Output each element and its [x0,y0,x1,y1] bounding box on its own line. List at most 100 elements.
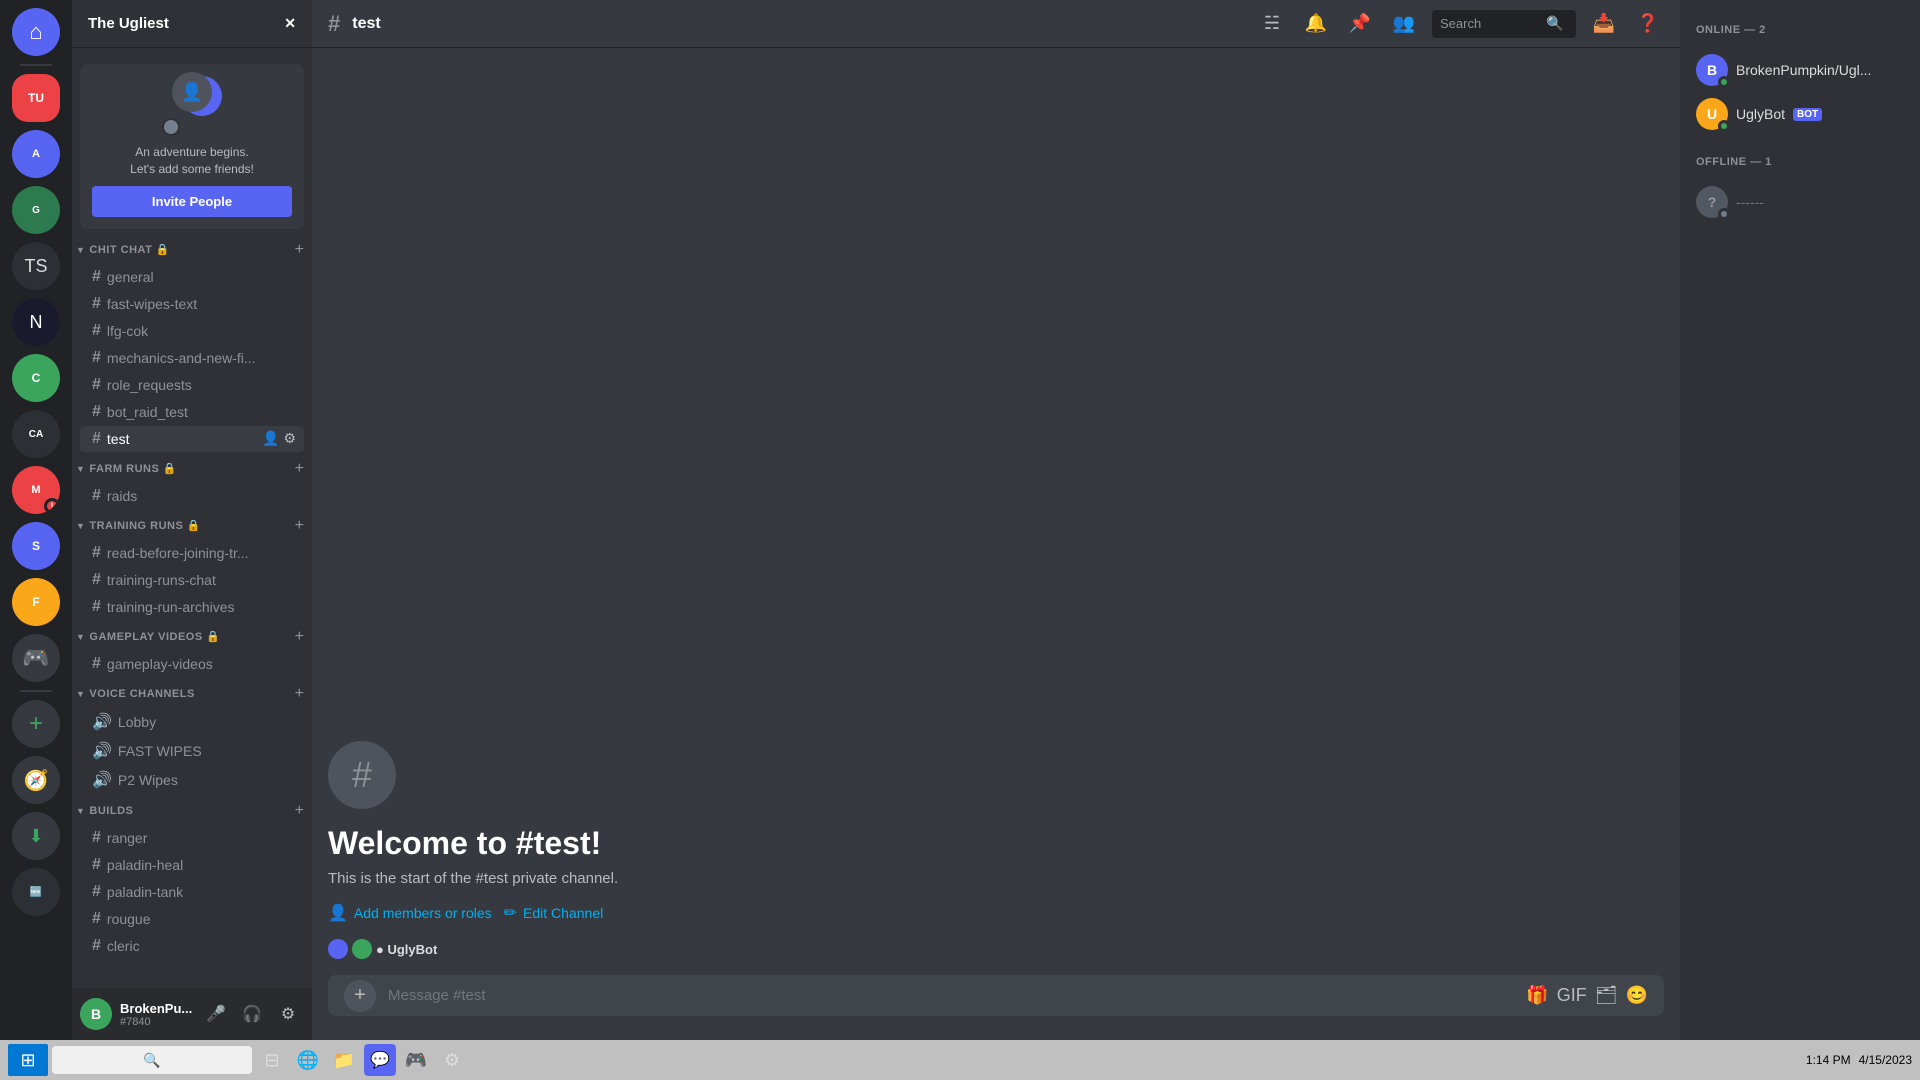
download-apps-button[interactable]: ⬇ [12,812,60,860]
member-name-wrapper-offline: ------ [1736,194,1764,210]
taskbar-app1[interactable]: ⚙ [436,1044,468,1076]
channel-training-run-archives[interactable]: # training-run-archives [80,594,304,620]
channel-members-icon[interactable]: 👤 [262,430,279,447]
category-farm-runs-header[interactable]: ▼ FARM RUNS 🔒 + [72,456,312,482]
taskbar-right: 1:14 PM 4/15/2023 [1806,1053,1912,1067]
voice-channel-lobby[interactable]: 🔊 Lobby [80,708,304,736]
category-training-runs-header[interactable]: ▼ TRAINING RUNS 🔒 + [72,513,312,539]
channel-lfg-cok[interactable]: # lfg-cok [80,318,304,344]
gif-icon[interactable]: GIF [1557,985,1587,1006]
voice-channel-p2-wipes[interactable]: 🔊 P2 Wipes [80,766,304,794]
channel-bot-raid-test[interactable]: # bot_raid_test [80,399,304,425]
server-icon-8[interactable]: M ! [12,466,60,514]
channel-read-before[interactable]: # read-before-joining-tr... [80,540,304,566]
channel-general[interactable]: # general [80,264,304,290]
category-builds-add[interactable]: + [295,802,304,820]
category-voice-channels-header[interactable]: ▼ VOICE CHANNELS + [72,681,312,707]
settings-button[interactable]: ⚙ [272,998,304,1030]
taskbar-folder[interactable]: 📁 [328,1044,360,1076]
server-icon-2[interactable]: A [12,130,60,178]
channel-training-runs-chat[interactable]: # training-runs-chat [80,567,304,593]
message-add-button[interactable]: + [344,980,376,1012]
channel-settings-icon[interactable]: ⚙ [283,430,296,447]
server-icon-new[interactable]: 🆕 [12,868,60,916]
message-input[interactable] [388,975,1514,1016]
server-icon-11[interactable]: 🎮 [12,634,60,682]
member-name-offline: ------ [1736,194,1764,210]
channel-test[interactable]: # test 👤 ⚙ [80,426,304,452]
category-gameplay-videos-header[interactable]: ▼ GAMEPLAY VIDEOS 🔒 + [72,624,312,650]
channel-raids[interactable]: # raids [80,483,304,509]
category-chit-chat-add[interactable]: + [295,241,304,259]
category-training-runs: ▼ TRAINING RUNS 🔒 + # read-before-joinin… [72,513,312,620]
channel-gameplay-videos[interactable]: # gameplay-videos [80,651,304,677]
channel-mechanics[interactable]: # mechanics-and-new-fi... [80,345,304,371]
add-server-button[interactable]: + [12,700,60,748]
server-icon-3[interactable]: G [12,186,60,234]
channel-rougue[interactable]: # rougue [80,906,304,932]
message-input-wrapper: + 🎁 GIF 🗂 😊 [328,975,1664,1016]
member-item-uglybot[interactable]: U UglyBot BOT [1688,92,1912,136]
category-gameplay-videos-add[interactable]: + [295,628,304,646]
member-item-brokenpumpkin[interactable]: B BrokenPumpkin/Ugl... [1688,48,1912,92]
channel-paladin-heal[interactable]: # paladin-heal [80,852,304,878]
invite-people-button[interactable]: Invite People [92,186,292,217]
voice-channel-fast-wipes[interactable]: 🔊 FAST WIPES [80,737,304,765]
task-view-button[interactable]: ⊟ [256,1044,288,1076]
channel-role-requests[interactable]: # role_requests [80,372,304,398]
member-list-icon[interactable]: 👥 [1392,12,1416,36]
category-builds-header[interactable]: ▼ BUILDS + [72,798,312,824]
taskbar-edge[interactable]: 🌐 [292,1044,324,1076]
search-input[interactable] [1440,16,1540,31]
gift-icon[interactable]: 🎁 [1526,985,1548,1006]
server-icon-the-ugliest[interactable]: TU [12,74,60,122]
category-training-runs-add[interactable]: + [295,517,304,535]
channel-cleric[interactable]: # cleric [80,933,304,959]
members-preview-text: ● UglyBot [376,942,437,957]
edit-channel-action[interactable]: ✏ Edit Channel [504,903,604,923]
server-icon-4[interactable]: TS [12,242,60,290]
emoji-icon[interactable]: 😊 [1626,985,1648,1006]
start-button[interactable]: ⊞ [8,1044,48,1076]
notification-prefs-icon[interactable]: 🔔 [1304,12,1328,36]
notif-badge: ! [44,498,60,514]
voice-channel-fast-wipes-label: FAST WIPES [118,743,202,759]
channel-paladin-tank[interactable]: # paladin-tank [80,879,304,905]
add-members-action[interactable]: 👤 Add members or roles [328,903,492,923]
channel-ranger[interactable]: # ranger [80,825,304,851]
server-icon-9[interactable]: S [12,522,60,570]
server-icon-5[interactable]: N [12,298,60,346]
explore-servers-button[interactable]: 🧭 [12,756,60,804]
category-training-runs-label: ▼ TRAINING RUNS 🔒 [76,519,201,532]
help-icon[interactable]: ❓ [1636,12,1660,36]
sticker-icon[interactable]: 🗂 [1595,985,1618,1006]
pinned-messages-icon[interactable]: 📌 [1348,12,1372,36]
search-taskbar[interactable]: 🔍 [52,1046,252,1074]
mute-button[interactable]: 🎤 [200,998,232,1030]
taskbar-xbox[interactable]: 🎮 [400,1044,432,1076]
welcome-section: # Welcome to #test! This is the start of… [328,725,1664,975]
taskbar-time: 1:14 PM [1806,1053,1851,1067]
member-avatar-brokenpumpkin: B [1696,54,1728,86]
avatar-dot [162,118,180,136]
server-icon-10[interactable]: F [12,578,60,626]
server-icon-6[interactable]: C [12,354,60,402]
server-icon-7[interactable]: CA [12,410,60,458]
category-chit-chat: ▼ CHIT CHAT 🔒 + # general # fast-wipes-t… [72,237,312,452]
member-item-offline[interactable]: ? ------ [1688,180,1912,224]
deafen-button[interactable]: 🎧 [236,998,268,1030]
welcome-actions: 👤 Add members or roles ✏ Edit Channel [328,903,603,923]
edit-channel-icon: ✏ [504,903,517,923]
inbox-icon[interactable]: 📥 [1592,12,1616,36]
message-right-icons: 🎁 GIF 🗂 😊 [1526,985,1648,1006]
user-icons: 🎤 🎧 ⚙ [200,998,304,1030]
category-farm-runs-add[interactable]: + [295,460,304,478]
discord-home-button[interactable]: ⌂ [12,8,60,56]
taskbar-discord[interactable]: 💬 [364,1044,396,1076]
channel-fast-wipes-text[interactable]: # fast-wipes-text [80,291,304,317]
category-chit-chat-header[interactable]: ▼ CHIT CHAT 🔒 + [72,237,312,263]
threads-icon[interactable]: ☵ [1260,12,1284,36]
invite-banner-text: An adventure begins. Let's add some frie… [92,144,292,178]
server-header[interactable]: The Ugliest ✕ [72,0,312,48]
category-voice-add[interactable]: + [295,685,304,703]
